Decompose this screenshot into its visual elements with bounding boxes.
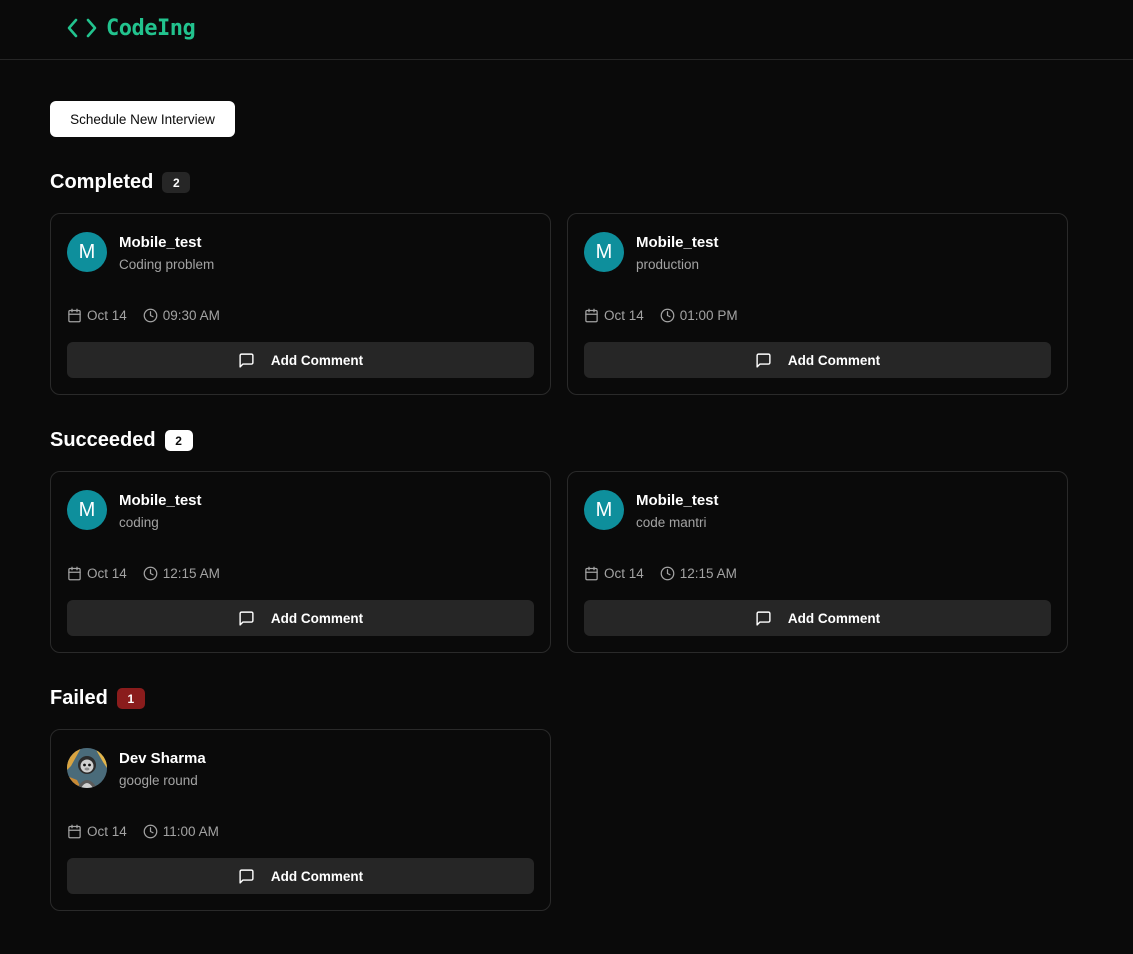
interview-title: production	[636, 257, 700, 272]
candidate-name: Dev Sharma	[119, 750, 206, 767]
interview-title: code mantri	[636, 515, 707, 530]
date-info: Oct 14	[67, 824, 127, 839]
interview-time: 09:30 AM	[162, 308, 220, 323]
count-badge: 2	[162, 172, 191, 193]
interview-time: 12:15 AM	[679, 566, 737, 581]
interview-card: M Mobile_test code mantri Oct 14 12:15 A…	[567, 471, 1068, 653]
count-badge: 2	[164, 430, 193, 451]
date-info: Oct 14	[67, 308, 127, 323]
time-info: 09:30 AM	[143, 308, 220, 323]
section-title: Failed	[50, 687, 108, 709]
interview-schedule: Oct 14 11:00 AM	[67, 824, 235, 839]
interview-time: 11:00 AM	[162, 824, 219, 839]
avatar: M	[67, 490, 107, 530]
candidate-name: Mobile_test	[119, 234, 202, 251]
time-info: 12:15 AM	[143, 566, 220, 581]
interview-card: M Mobile_test Coding problem Oct 14 09:3…	[50, 213, 551, 395]
section-header-succeeded: Succeeded 2	[50, 429, 193, 452]
add-comment-label: Add Comment	[270, 610, 364, 626]
interview-time: 01:00 PM	[679, 308, 738, 323]
calendar-icon	[584, 308, 599, 323]
code-brackets-icon	[66, 14, 98, 42]
message-square-icon	[755, 610, 772, 627]
date-info: Oct 14	[584, 566, 644, 581]
add-comment-label: Add Comment	[787, 610, 881, 626]
interview-schedule: Oct 14 09:30 AM	[67, 308, 236, 323]
time-info: 01:00 PM	[660, 308, 738, 323]
interview-schedule: Oct 14 01:00 PM	[584, 308, 754, 323]
avatar: M	[67, 232, 107, 272]
add-comment-button[interactable]: Add Comment	[584, 342, 1051, 378]
candidate-name: Mobile_test	[636, 234, 719, 251]
section-title: Succeeded	[50, 429, 156, 451]
add-comment-label: Add Comment	[270, 352, 364, 368]
add-comment-label: Add Comment	[270, 868, 364, 884]
brand-logo[interactable]: CodeIng	[66, 14, 196, 42]
avatar: M	[584, 490, 624, 530]
date-info: Oct 14	[67, 566, 127, 581]
clock-icon	[143, 308, 158, 323]
schedule-new-interview-button[interactable]: Schedule New Interview	[50, 101, 235, 137]
add-comment-button[interactable]: Add Comment	[67, 342, 534, 378]
add-comment-button[interactable]: Add Comment	[584, 600, 1051, 636]
interview-date: Oct 14	[604, 308, 644, 323]
clock-icon	[660, 566, 675, 581]
section-header-completed: Completed 2	[50, 171, 191, 194]
interview-date: Oct 14	[87, 308, 127, 323]
section-title: Completed	[50, 171, 154, 193]
interview-card: M Mobile_test coding Oct 14 12:15 AM Add…	[50, 471, 551, 653]
interview-title: google round	[119, 773, 198, 788]
candidate-name: Mobile_test	[636, 492, 719, 509]
calendar-icon	[67, 566, 82, 581]
time-info: 11:00 AM	[143, 824, 219, 839]
add-comment-button[interactable]: Add Comment	[67, 600, 534, 636]
message-square-icon	[238, 868, 255, 885]
avatar-photo	[67, 748, 107, 788]
message-square-icon	[238, 352, 255, 369]
interview-card: M Mobile_test production Oct 14 01:00 PM…	[567, 213, 1068, 395]
clock-icon	[143, 824, 158, 839]
count-badge: 1	[116, 688, 145, 709]
clock-icon	[143, 566, 158, 581]
interview-date: Oct 14	[87, 824, 127, 839]
date-info: Oct 14	[584, 308, 644, 323]
message-square-icon	[755, 352, 772, 369]
interview-date: Oct 14	[604, 566, 644, 581]
interview-card: Dev Sharma google round Oct 14 11:00 AM …	[50, 729, 551, 911]
section-header-failed: Failed 1	[50, 687, 145, 710]
clock-icon	[660, 308, 675, 323]
candidate-name: Mobile_test	[119, 492, 202, 509]
brand-name: CodeIng	[106, 15, 196, 41]
calendar-icon	[67, 308, 82, 323]
avatar: M	[584, 232, 624, 272]
add-comment-label: Add Comment	[787, 352, 881, 368]
calendar-icon	[584, 566, 599, 581]
message-square-icon	[238, 610, 255, 627]
add-comment-button[interactable]: Add Comment	[67, 858, 534, 894]
interview-schedule: Oct 14 12:15 AM	[584, 566, 753, 581]
interview-time: 12:15 AM	[162, 566, 220, 581]
interview-title: Coding problem	[119, 257, 215, 272]
interview-schedule: Oct 14 12:15 AM	[67, 566, 236, 581]
calendar-icon	[67, 824, 82, 839]
top-navbar: CodeIng	[0, 0, 1133, 60]
time-info: 12:15 AM	[660, 566, 737, 581]
interview-title: coding	[119, 515, 159, 530]
interview-date: Oct 14	[87, 566, 127, 581]
